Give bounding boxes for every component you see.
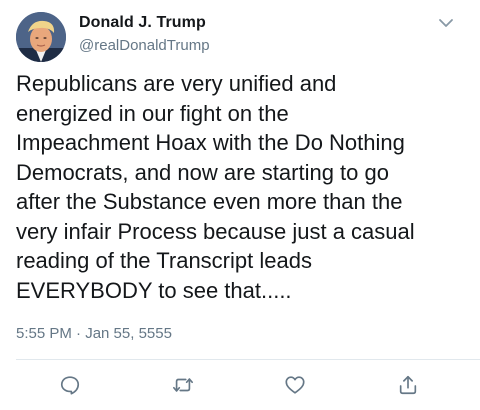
tweet-line: Democrats, and now are starting to go (16, 159, 389, 185)
like-button[interactable] (280, 370, 310, 400)
chevron-down-icon (439, 19, 453, 27)
tweet-line: EVERYBODY to see that..... (16, 277, 292, 303)
display-name[interactable]: Donald J. Trump (79, 14, 206, 32)
action-bar (0, 370, 480, 400)
tweet-line: Impeachment Hoax with the Do Nothing (16, 130, 405, 155)
avatar[interactable] (16, 12, 66, 62)
heart-icon (285, 376, 305, 394)
user-handle[interactable]: @realDonaldTrump (79, 37, 210, 54)
tweet-card: Donald J. Trump @realDonaldTrump Republi… (0, 0, 480, 410)
profile-photo-icon (16, 12, 66, 62)
comment-icon (60, 376, 80, 395)
tweet-line: reading of the Transcript leads (16, 248, 312, 273)
share-icon (399, 375, 417, 395)
share-button[interactable] (393, 370, 423, 400)
tweet-menu-button[interactable] (434, 14, 458, 32)
divider (16, 359, 480, 360)
tweet-line: Republicans are very unified and (16, 71, 337, 96)
tweet-timestamp[interactable]: 5:55 PM · Jan 55, 5555 (16, 325, 172, 342)
retweet-icon (173, 378, 193, 392)
tweet-line: very infair Process because just a casua… (16, 218, 415, 244)
reply-button[interactable] (55, 370, 85, 400)
retweet-button[interactable] (168, 370, 198, 400)
tweet-line: after the Substance even more than the (16, 189, 403, 214)
tweet-text: Republicans are very unified and energiz… (16, 69, 471, 305)
tweet-line: energized in our fight on the (16, 100, 289, 126)
